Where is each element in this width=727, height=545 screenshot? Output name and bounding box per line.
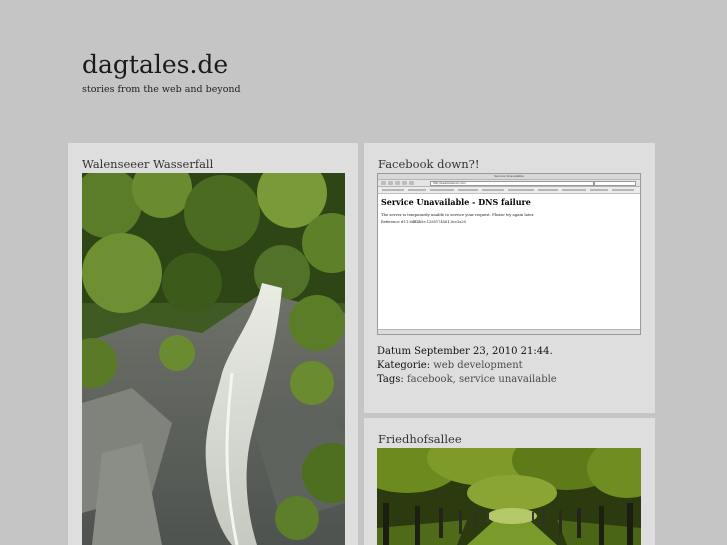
error-title: Service Unavailable - DNS failure (381, 197, 531, 207)
tree-avenue-photo[interactable] (377, 448, 641, 545)
post-title[interactable]: Friedhofsallee (378, 432, 462, 446)
date-label: Datum (377, 346, 411, 357)
reload-icon (395, 181, 400, 185)
date-value: September 23, 2010 21:44. (414, 346, 553, 357)
forward-icon (388, 181, 393, 185)
browser-screenshot[interactable]: Service Unavailable http://www.facebook.… (377, 173, 641, 335)
home-icon (409, 181, 414, 185)
error-reference: Reference #11.6dff4b5e.1285174561.0cc5a2… (381, 220, 467, 224)
post-card-facebook: Facebook down?! Service Unavailable http… (364, 143, 655, 413)
post-title[interactable]: Walenseeer Wasserfall (82, 157, 213, 171)
stop-icon (402, 181, 407, 185)
post-category: Kategorie: web development (377, 360, 523, 371)
address-bar: http://www.facebook.com/ (430, 181, 594, 186)
category-label: Kategorie: (377, 360, 431, 371)
post-card-friedhofsallee: Friedhofsallee (364, 418, 655, 545)
post-date: Datum September 23, 2010 21:44. (377, 346, 553, 357)
browser-statusbar (378, 329, 640, 334)
error-message: The server is temporarily unable to serv… (381, 212, 535, 217)
tags-label: Tags: (377, 374, 404, 385)
window-title: Service Unavailable (494, 174, 524, 178)
post-card-waterfall: Walenseeer Wasserfall (68, 143, 358, 545)
category-link[interactable]: web development (433, 360, 522, 371)
back-icon (381, 181, 386, 185)
bookmarks-bar (378, 187, 640, 194)
post-title[interactable]: Facebook down?! (378, 157, 479, 171)
waterfall-photo[interactable] (82, 173, 345, 545)
browser-search-box (594, 181, 636, 186)
site-tagline: stories from the web and beyond (82, 84, 241, 95)
site-title[interactable]: dagtales.de (82, 50, 228, 79)
post-tags: Tags: facebook, service unavailable (377, 374, 557, 385)
tag-link[interactable]: service unavailable (459, 374, 557, 385)
tag-separator: , (452, 374, 456, 385)
browser-toolbar: http://www.facebook.com/ (378, 180, 640, 187)
tag-link[interactable]: facebook (407, 374, 453, 385)
